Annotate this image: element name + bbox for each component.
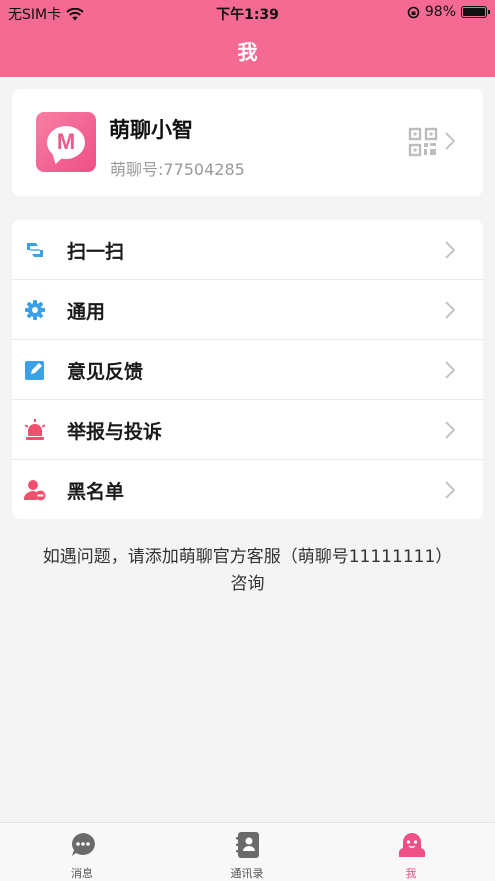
help-text: 如遇问题，请添加萌聊官方客服（萌聊号11111111） 咨询 bbox=[20, 544, 475, 598]
profile-name: 萌聊小智 bbox=[109, 118, 193, 142]
gear-icon bbox=[25, 300, 45, 320]
avatar-letter: M bbox=[56, 129, 76, 154]
chevron-right-icon bbox=[445, 481, 456, 499]
help-line-1: 如遇问题，请添加萌聊官方客服（萌聊号11111111） bbox=[42, 547, 453, 567]
chevron-right-icon bbox=[445, 361, 456, 379]
chevron-right-icon bbox=[445, 301, 456, 319]
battery-percent: 98% bbox=[424, 4, 456, 20]
blocked-user-icon bbox=[24, 480, 46, 501]
help-line-2: 咨询 bbox=[230, 574, 265, 594]
battery-fill bbox=[463, 8, 485, 16]
chevron-right-icon bbox=[445, 421, 456, 439]
battery-icon bbox=[461, 6, 490, 18]
scan-icon bbox=[27, 243, 43, 257]
contacts-icon bbox=[236, 832, 259, 858]
tab-contacts[interactable]: 通讯录 bbox=[207, 823, 287, 881]
menu-item-feedback[interactable]: 意见反馈 bbox=[12, 340, 483, 400]
menu-item-report[interactable]: 举报与投诉 bbox=[12, 400, 483, 460]
menu-item-label: 扫一扫 bbox=[67, 241, 125, 263]
tab-label: 消息 bbox=[71, 867, 93, 880]
profile-card[interactable]: M 萌聊小智 萌聊号:77504285 bbox=[12, 89, 483, 196]
edit-icon bbox=[25, 361, 44, 380]
menu-item-label: 通用 bbox=[67, 301, 106, 323]
menu-item-label: 黑名单 bbox=[67, 481, 125, 503]
ghost-user-icon bbox=[398, 833, 426, 857]
chevron-right-icon bbox=[445, 241, 456, 259]
profile-id: 萌聊号:77504285 bbox=[110, 160, 245, 179]
page-title: 我 bbox=[237, 40, 258, 64]
qr-code-icon[interactable] bbox=[408, 127, 438, 157]
menu-item-label: 举报与投诉 bbox=[67, 421, 163, 443]
tab-label: 我 bbox=[405, 867, 417, 880]
header: 无SIM卡 下午1:39 98% 我 bbox=[0, 0, 495, 77]
menu-item-label: 意见反馈 bbox=[67, 361, 144, 383]
menu-item-scan[interactable]: 扫一扫 bbox=[12, 220, 483, 280]
m-chat-bubble-logo: M bbox=[47, 125, 85, 159]
chevron-right-icon bbox=[445, 132, 456, 150]
tab-bar: 消息 通讯录 我 bbox=[0, 822, 495, 881]
status-right: 98% bbox=[407, 4, 490, 20]
menu-item-general[interactable]: 通用 bbox=[12, 280, 483, 340]
tab-me[interactable]: 我 bbox=[371, 823, 451, 881]
tab-label: 通讯录 bbox=[230, 867, 264, 880]
menu-list: 扫一扫 通用 意见反馈 举报与投诉 黑名单 bbox=[12, 220, 483, 519]
status-bar: 无SIM卡 下午1:39 98% bbox=[0, 0, 495, 26]
alarm-icon bbox=[24, 419, 46, 440]
avatar[interactable]: M bbox=[36, 112, 96, 172]
menu-item-blacklist[interactable]: 黑名单 bbox=[12, 460, 483, 519]
tab-messages[interactable]: 消息 bbox=[42, 823, 122, 881]
orientation-lock-icon bbox=[407, 6, 420, 18]
chat-icon bbox=[72, 833, 95, 856]
